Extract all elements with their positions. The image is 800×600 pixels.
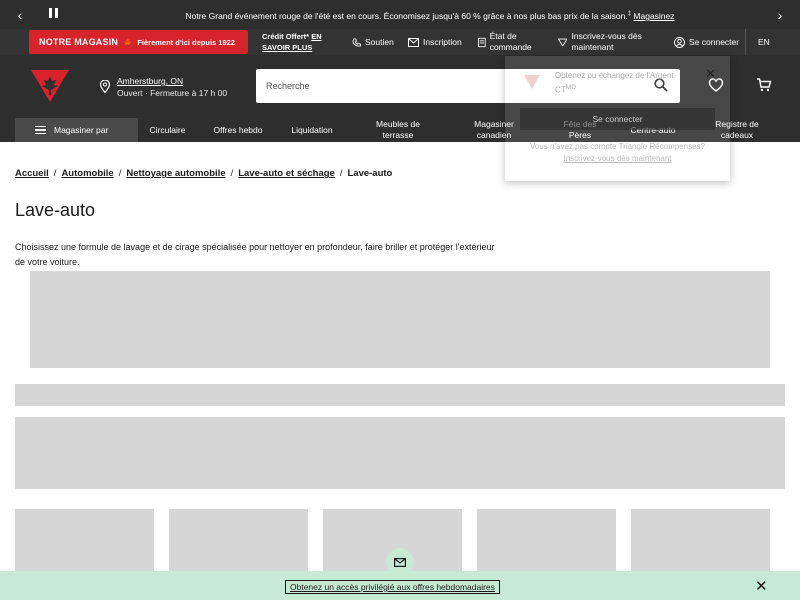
breadcrumb-separator: /: [339, 168, 343, 179]
breadcrumb-automobile[interactable]: Automobile: [61, 168, 113, 179]
support-label: Soutien: [365, 37, 394, 47]
promo-pause-icon[interactable]: [46, 8, 60, 21]
newsletter-banner-link[interactable]: Obtenez un accès privilégié aux offres h…: [285, 580, 500, 594]
promo-superscript: ‡: [627, 11, 632, 17]
promo-text: Notre Grand événement rouge de l'été est…: [185, 10, 628, 21]
signin-popup-register: Vous n'avez pas compte Triangle Récompen…: [505, 141, 730, 165]
nav-item-liquidation[interactable]: Liquidation: [280, 118, 344, 142]
content-placeholder: [15, 417, 785, 489]
promo-shop-link[interactable]: Magasinez: [633, 11, 674, 21]
order-document-icon: [478, 37, 486, 47]
brand-badge-tagline: Fièrement d'ici depuis 1922: [137, 37, 235, 47]
credit-offer[interactable]: Crédit Offert* EN SAVOIR PLUS: [262, 31, 334, 53]
product-card-placeholder: [477, 509, 616, 579]
order-status-label: État de commande: [489, 31, 532, 52]
close-icon[interactable]: ✕: [755, 577, 768, 595]
signin-popup-message: Obtenez ou échangez de l'Argent CTMD: [555, 70, 695, 97]
signup-link[interactable]: Inscription: [408, 29, 462, 55]
promo-next-arrow-icon[interactable]: ›: [766, 0, 794, 29]
signin-popup-no-account: Vous n'avez pas compte Triangle Récompen…: [530, 142, 705, 151]
brand-badge[interactable]: NOTRE MAGASIN 🍁 Fièrement d'ici depuis 1…: [29, 30, 248, 54]
canadian-tire-logo-icon[interactable]: [30, 68, 70, 104]
user-account-icon: [674, 36, 685, 48]
promo-prev-arrow-icon[interactable]: ‹: [6, 0, 34, 29]
mail-icon: [394, 557, 406, 567]
nav-item-offres-hebdo[interactable]: Offres hebdo: [213, 118, 263, 142]
signin-link[interactable]: Se connecter: [674, 29, 739, 55]
nav-item-meubles-terrasse[interactable]: Meubles de terrasse: [364, 118, 432, 142]
credit-offer-text: Crédit Offert*: [262, 32, 310, 41]
page-title: Lave-auto: [15, 200, 96, 220]
support-link[interactable]: Soutien: [352, 29, 394, 55]
breadcrumb-current: Lave-auto: [347, 168, 393, 179]
banner-placeholder: [30, 271, 770, 368]
breadcrumb-nettoyage[interactable]: Nettoyage automobile: [126, 168, 225, 179]
promo-bar: ‹ Notre Grand événement rouge de l'été e…: [0, 0, 800, 29]
breadcrumb: Accueil / Automobile / Nettoyage automobil…: [15, 168, 392, 179]
mail-icon: [408, 37, 419, 47]
product-card-placeholder: [631, 509, 770, 579]
signin-popup-superscript: MD: [565, 84, 577, 91]
brand-badge-name: NOTRE MAGASIN: [39, 37, 119, 47]
shop-by-label: Magasiner par: [54, 125, 109, 135]
breadcrumb-separator: /: [230, 168, 234, 179]
signin-popup-text: Obtenez ou échangez de l'Argent CT: [555, 71, 674, 95]
breadcrumb-separator: /: [118, 168, 122, 179]
util-divider: [745, 29, 746, 55]
register-label: Inscrivez-vous dès maintenant: [571, 31, 642, 52]
register-link[interactable]: Inscrivez-vous dès maintenant: [558, 29, 670, 55]
newsletter-banner-text: Obtenez un accès privilégié aux offres h…: [290, 582, 495, 592]
product-card-placeholder: [15, 509, 154, 579]
promo-message: Notre Grand événement rouge de l'été est…: [100, 0, 760, 29]
nav-item-circulaire[interactable]: Circulaire: [140, 118, 195, 142]
signin-dropdown: ✕ Obtenez ou échangez de l'Argent CTMD S…: [505, 56, 730, 181]
store-status: Ouvert: [117, 88, 143, 98]
product-card-placeholder: [169, 509, 308, 579]
location-pin-icon: [100, 80, 110, 93]
breadcrumb-separator: /: [53, 168, 57, 179]
utility-bar: NOTRE MAGASIN 🍁 Fièrement d'ici depuis 1…: [0, 29, 800, 55]
order-status-link[interactable]: État de commande: [478, 29, 550, 55]
breadcrumb-lave-auto-sechage[interactable]: Lave-auto et séchage: [238, 168, 335, 179]
store-selector[interactable]: Amherstburg, ON Ouvert · Fermeture à 17 …: [100, 75, 227, 99]
filter-bar-placeholder: [15, 384, 785, 406]
cart-icon[interactable]: [756, 77, 772, 93]
triangle-rewards-logo-icon: [524, 75, 540, 89]
newsletter-mail-button[interactable]: [386, 548, 414, 576]
triangle-rewards-icon: [558, 38, 568, 47]
page-description: Choisissez une formule de lavage et de c…: [15, 242, 495, 267]
close-icon[interactable]: ✕: [705, 66, 716, 82]
store-hours: · Fermeture à 17 h 00: [144, 88, 228, 98]
shop-by-menu-button[interactable]: Magasiner par: [15, 118, 138, 142]
store-name[interactable]: Amherstburg, ON: [117, 76, 183, 86]
hamburger-menu-icon: [35, 125, 46, 135]
signup-label: Inscription: [423, 37, 462, 47]
signin-popup-button[interactable]: Se connecter: [520, 108, 715, 130]
breadcrumb-accueil[interactable]: Accueil: [15, 168, 49, 179]
signin-label: Se connecter: [689, 37, 740, 47]
phone-icon: [352, 37, 361, 47]
signin-popup-register-link[interactable]: Inscrivez-vous dès maintenant: [563, 154, 671, 163]
maple-leaf-icon: 🍁: [122, 36, 134, 47]
language-toggle[interactable]: EN: [758, 29, 770, 55]
